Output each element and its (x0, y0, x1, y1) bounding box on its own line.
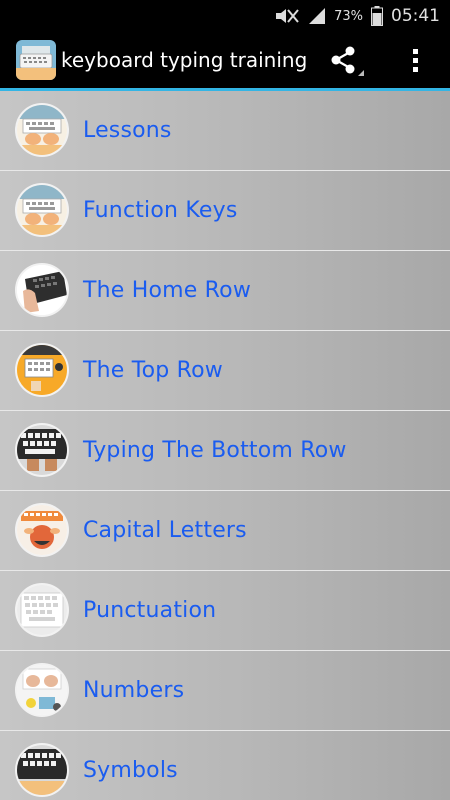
list-item-label: Capital Letters (83, 518, 247, 543)
list-item-label: Lessons (83, 118, 172, 143)
list-item-label: Typing The Bottom Row (83, 438, 347, 463)
desk-keyboard-icon (17, 345, 67, 395)
share-icon (331, 46, 364, 76)
list-item-label: The Home Row (83, 278, 252, 303)
status-bar: 73% 05:41 (0, 0, 450, 32)
list-item-symbols[interactable]: Symbols (0, 731, 450, 800)
keyboard-hands-icon (17, 105, 67, 155)
battery-icon (371, 6, 383, 26)
list-item-punctuation[interactable]: Punctuation (0, 571, 450, 651)
list-item-lessons[interactable]: Lessons (0, 91, 450, 171)
hands-keyboard-icon (17, 665, 67, 715)
app-title: keyboard typing training (61, 48, 308, 72)
app-logo-icon[interactable] (16, 40, 56, 80)
list-item-function-keys[interactable]: Function Keys (0, 171, 450, 251)
battery-percent: 73% (334, 8, 363, 24)
typist-icon (17, 505, 67, 555)
action-bar: keyboard typing training (0, 32, 450, 88)
black-keyboard-icon (17, 425, 67, 475)
list-item-home-row[interactable]: The Home Row (0, 251, 450, 331)
list-item-top-row[interactable]: The Top Row (0, 331, 450, 411)
white-keyboard-icon (17, 585, 67, 635)
list-item-label: Numbers (83, 678, 185, 703)
overflow-menu-button[interactable] (396, 40, 436, 80)
clock: 05:41 (391, 6, 440, 26)
laptop-hand-icon (17, 265, 67, 315)
list-item-label: The Top Row (83, 358, 223, 383)
list-item-numbers[interactable]: Numbers (0, 651, 450, 731)
list-item-label: Symbols (83, 758, 178, 783)
share-button[interactable] (322, 40, 366, 80)
keyboard-hands-icon (17, 185, 67, 235)
signal-icon (309, 8, 326, 24)
list-item-capital-letters[interactable]: Capital Letters (0, 491, 450, 571)
mute-icon (276, 9, 299, 23)
list-item-label: Punctuation (83, 598, 217, 623)
keyboard-icon (17, 745, 67, 795)
overflow-menu-icon (413, 49, 418, 72)
list-item-bottom-row[interactable]: Typing The Bottom Row (0, 411, 450, 491)
list-item-label: Function Keys (83, 198, 238, 223)
lesson-list[interactable]: Lessons Function Keys The Home Row The T… (0, 91, 450, 800)
